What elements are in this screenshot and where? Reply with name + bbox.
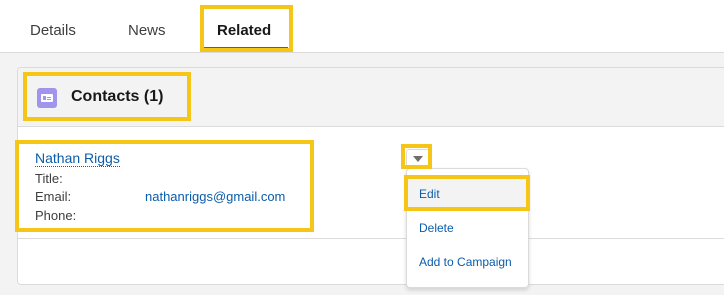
row-actions-button[interactable] <box>406 149 430 169</box>
tab-details[interactable]: Details <box>30 22 76 39</box>
menu-item-delete-label: Delete <box>419 221 454 235</box>
active-tab-indicator <box>204 47 288 50</box>
contacts-card-header: Contacts (1) <box>18 68 724 127</box>
phone-label: Phone: <box>35 208 77 223</box>
chevron-down-icon <box>413 156 423 162</box>
menu-item-edit-label: Edit <box>419 187 440 201</box>
menu-item-delete[interactable]: Delete <box>407 213 528 243</box>
contacts-card-title[interactable]: Contacts (1) <box>71 88 163 106</box>
card-divider <box>18 238 724 239</box>
contacts-related-list: Contacts (1) Nathan Riggs Title: Email: … <box>17 67 724 285</box>
menu-item-edit[interactable]: Edit <box>407 179 528 209</box>
email-link[interactable]: nathanriggs@gmail.com <box>145 189 285 204</box>
row-actions-menu: Edit Delete Add to Campaign <box>406 168 529 288</box>
menu-item-add-to-campaign-label: Add to Campaign <box>419 255 512 269</box>
menu-item-add-to-campaign[interactable]: Add to Campaign <box>407 247 528 277</box>
tab-related[interactable]: Related <box>217 22 271 39</box>
tab-news[interactable]: News <box>128 22 166 39</box>
title-label: Title: <box>35 171 63 186</box>
contact-name-link[interactable]: Nathan Riggs <box>35 150 120 167</box>
contact-card-icon <box>37 88 57 108</box>
tab-bar: Details News Related <box>0 0 724 53</box>
email-label: Email: <box>35 189 72 204</box>
